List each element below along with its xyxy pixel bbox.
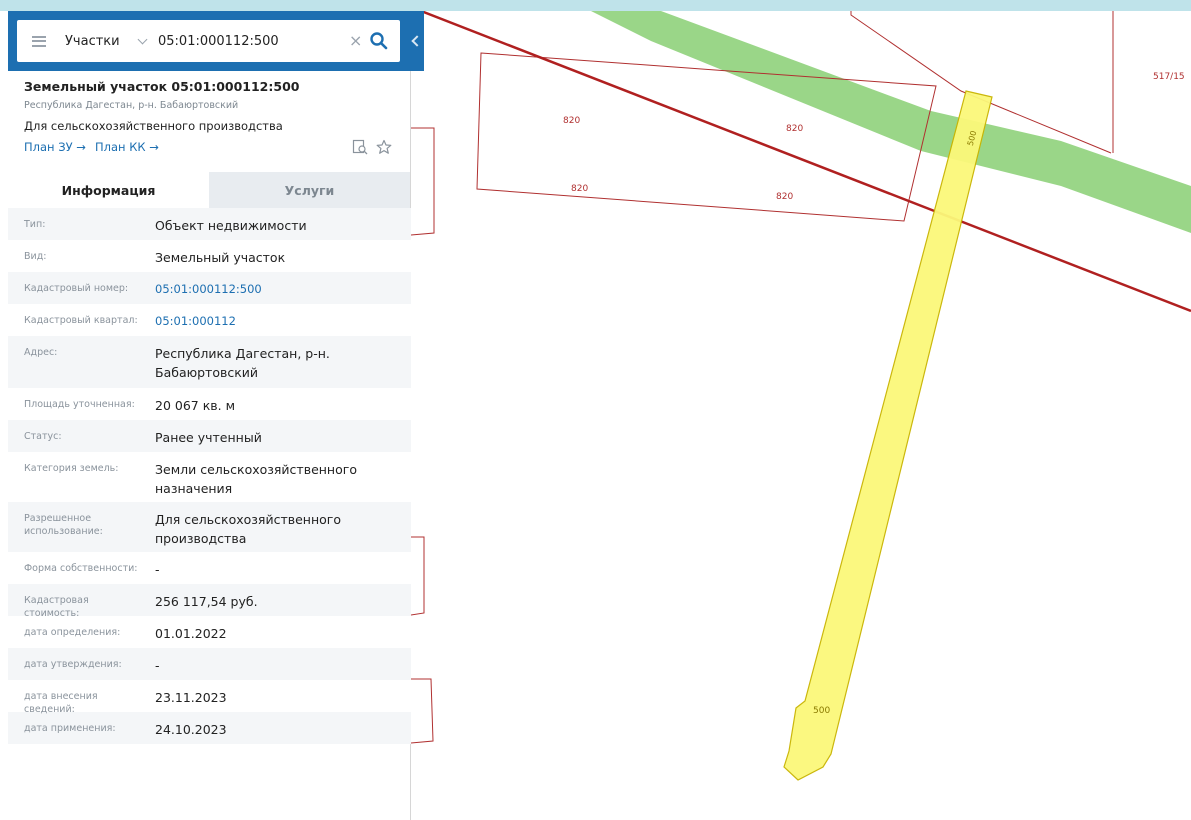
object-purpose: Для сельскохозяйственного производства bbox=[24, 119, 283, 133]
chevron-down-icon[interactable] bbox=[137, 34, 148, 44]
row-label: Кадастровый номер: bbox=[24, 283, 129, 294]
row-label: дата утверждения: bbox=[24, 659, 122, 670]
parcel-label: 517/15 bbox=[1153, 72, 1185, 82]
search-type-select[interactable]: Участки bbox=[65, 34, 127, 49]
row-label: Кадастровый квартал: bbox=[24, 315, 138, 326]
info-row: Кадастровая стоимость: 256 117,54 руб. bbox=[8, 584, 411, 619]
info-row: Статус: Ранее учтенный bbox=[8, 420, 411, 452]
row-label: Статус: bbox=[24, 431, 62, 442]
info-row: Разрешенное использование: Для сельскохо… bbox=[8, 502, 411, 552]
info-panel: Участки × Земельный участок 05:01:000112… bbox=[8, 11, 424, 820]
object-title: Земельный участок 05:01:000112:500 bbox=[24, 79, 300, 94]
row-label: Категория земель: bbox=[24, 463, 119, 474]
menu-icon[interactable] bbox=[32, 35, 46, 47]
row-label: Кадастровая стоимость: bbox=[24, 595, 89, 619]
collapse-panel-icon[interactable] bbox=[411, 35, 423, 47]
row-value: Земли сельскохозяйственного назначения bbox=[155, 462, 357, 496]
parcel-outline bbox=[476, 52, 937, 222]
map-canvas[interactable]: 820 820 820 820 500 500 517/15 bbox=[411, 11, 1191, 820]
parcel-label: 820 bbox=[571, 184, 588, 194]
row-value: - bbox=[155, 658, 160, 673]
row-label: Тип: bbox=[24, 219, 46, 230]
object-region: Республика Дагестан, р-н. Бабаюртовский bbox=[24, 100, 239, 111]
parcel-label: 820 bbox=[776, 192, 793, 202]
green-zone bbox=[591, 11, 1191, 233]
parcel-outline bbox=[411, 536, 425, 616]
cadastral-quarter-link[interactable]: 05:01:000112 bbox=[139, 304, 411, 336]
parcel-outline bbox=[411, 127, 435, 236]
search-icon[interactable] bbox=[369, 31, 389, 51]
info-table: Тип: Объект недвижимости Вид: Земельный … bbox=[8, 208, 411, 744]
search-box: Участки × bbox=[17, 20, 400, 62]
info-row: дата утверждения: - bbox=[8, 648, 411, 680]
row-label: Разрешенное использование: bbox=[24, 513, 103, 537]
top-strip bbox=[0, 0, 1191, 11]
clear-icon[interactable]: × bbox=[349, 33, 362, 49]
parcel-label: 820 bbox=[786, 124, 803, 134]
info-row: Тип: Объект недвижимости bbox=[8, 208, 411, 240]
plan-kk-link[interactable]: План КК → bbox=[95, 140, 159, 154]
row-value: 24.10.2023 bbox=[155, 722, 227, 737]
row-label: Вид: bbox=[24, 251, 47, 262]
info-row: Кадастровый квартал: 05:01:000112 bbox=[8, 304, 411, 336]
row-value: Объект недвижимости bbox=[155, 218, 307, 233]
row-value: Земельный участок bbox=[155, 250, 286, 265]
info-row: Форма собственности: - bbox=[8, 552, 411, 584]
row-value: Республика Дагестан, р-н. Бабаюртовский bbox=[155, 346, 330, 380]
row-value: 20 067 кв. м bbox=[155, 398, 236, 413]
info-row: Адрес: Республика Дагестан, р-н. Бабаюрт… bbox=[8, 336, 411, 388]
row-value: Для сельскохозяйственного производства bbox=[155, 512, 341, 546]
info-row: дата внесения сведений: 23.11.2023 bbox=[8, 680, 411, 715]
parcel-label: 500 bbox=[813, 706, 830, 716]
cadastral-number-link[interactable]: 05:01:000112:500 bbox=[139, 272, 411, 304]
tabs: Информация Услуги bbox=[8, 172, 411, 208]
parcel-outline bbox=[411, 678, 434, 744]
tab-info[interactable]: Информация bbox=[8, 172, 209, 208]
row-label: дата применения: bbox=[24, 723, 116, 734]
info-row: дата определения: 01.01.2022 bbox=[8, 616, 411, 648]
row-value: - bbox=[155, 562, 160, 577]
row-value: 256 117,54 руб. bbox=[155, 594, 258, 609]
search-bar: Участки × bbox=[8, 11, 424, 71]
info-row: Площадь уточненная: 20 067 кв. м bbox=[8, 388, 411, 420]
row-value: 01.01.2022 bbox=[155, 626, 227, 641]
row-label: Адрес: bbox=[24, 347, 58, 358]
tab-services[interactable]: Услуги bbox=[209, 172, 410, 208]
row-value: Ранее учтенный bbox=[155, 430, 262, 445]
search-input[interactable] bbox=[158, 33, 334, 49]
star-icon[interactable] bbox=[376, 139, 392, 155]
row-label: Форма собственности: bbox=[24, 563, 138, 574]
row-label: Площадь уточненная: bbox=[24, 399, 135, 410]
plan-zu-link[interactable]: План ЗУ → bbox=[24, 140, 86, 154]
find-on-map-icon[interactable] bbox=[352, 139, 368, 155]
row-label: дата определения: bbox=[24, 627, 121, 638]
info-row: Категория земель: Земли сельскохозяйстве… bbox=[8, 452, 411, 502]
selected-parcel bbox=[783, 90, 993, 781]
info-row: Вид: Земельный участок bbox=[8, 240, 411, 272]
row-value: 23.11.2023 bbox=[155, 690, 227, 705]
parcel-label: 820 bbox=[563, 116, 580, 126]
info-row: дата применения: 24.10.2023 bbox=[8, 712, 411, 744]
info-row: Кадастровый номер: 05:01:000112:500 bbox=[8, 272, 411, 304]
row-label: дата внесения сведений: bbox=[24, 691, 98, 715]
